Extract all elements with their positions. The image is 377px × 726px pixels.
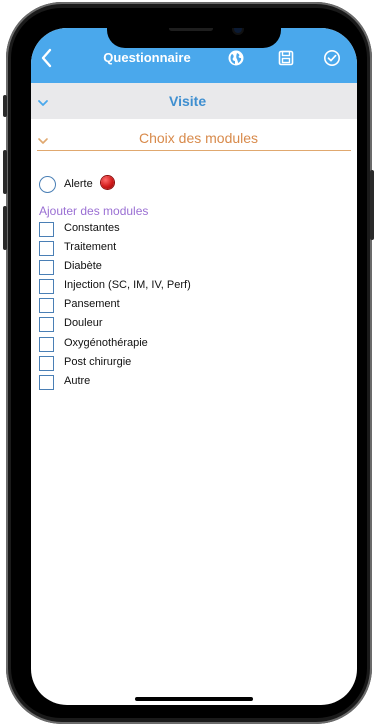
module-label: Douleur — [64, 317, 103, 330]
volume-button — [3, 206, 7, 250]
module-label: Oxygénothérapie — [64, 336, 148, 349]
speaker — [169, 28, 213, 31]
volume-button — [3, 95, 7, 117]
module-checkbox[interactable] — [39, 279, 54, 295]
visite-section-header[interactable]: Visite — [31, 83, 357, 119]
add-modules-label: Ajouter des modules — [39, 204, 149, 218]
modules-section-label: Choix des modules — [139, 130, 259, 146]
list-item[interactable]: Autre — [39, 374, 339, 393]
module-label: Post chirurgie — [64, 355, 132, 368]
module-checkbox[interactable] — [39, 298, 54, 314]
module-label: Traitement — [64, 241, 117, 254]
globe-icon[interactable] — [227, 49, 245, 67]
alerte-radio[interactable] — [39, 176, 56, 193]
page-title: Questionnaire — [103, 50, 191, 65]
modules-list: Constantes Traitement Diabète Injection … — [39, 221, 339, 393]
module-label: Injection (SC, IM, IV, Perf) — [64, 279, 191, 292]
module-checkbox[interactable] — [39, 317, 54, 333]
module-checkbox[interactable] — [39, 260, 54, 276]
list-item[interactable]: Diabète — [39, 259, 339, 278]
module-checkbox[interactable] — [39, 241, 54, 257]
chevron-left-icon[interactable] — [37, 47, 55, 69]
module-label: Constantes — [64, 222, 120, 234]
list-item[interactable]: Post chirurgie — [39, 355, 339, 374]
check-circle-icon[interactable] — [323, 49, 341, 67]
chevron-down-icon[interactable] — [37, 95, 49, 106]
list-item[interactable]: Pansement — [39, 297, 339, 316]
module-label: Autre — [64, 374, 91, 387]
module-label: Pansement — [64, 298, 120, 311]
list-item[interactable]: Constantes — [39, 221, 339, 240]
list-item[interactable]: Oxygénothérapie — [39, 336, 339, 355]
module-checkbox[interactable] — [39, 374, 54, 390]
app-screen: Questionnaire Visite Choix des modules A… — [31, 28, 357, 705]
volume-button — [3, 150, 7, 194]
notch — [107, 28, 281, 48]
module-checkbox[interactable] — [39, 355, 54, 371]
chevron-down-icon[interactable] — [37, 133, 49, 144]
module-checkbox[interactable] — [39, 222, 54, 237]
modules-section-header[interactable]: Choix des modules — [37, 128, 351, 151]
module-checkbox[interactable] — [39, 336, 54, 352]
list-item[interactable]: Traitement — [39, 240, 339, 259]
visite-label: Visite — [169, 93, 207, 109]
home-indicator[interactable] — [135, 697, 253, 701]
alerte-label: Alerte — [64, 178, 93, 190]
camera — [234, 28, 242, 33]
alert-indicator-icon — [101, 176, 114, 189]
save-icon[interactable] — [277, 49, 295, 67]
module-label: Diabète — [64, 260, 102, 273]
power-button — [370, 170, 374, 240]
list-item[interactable]: Injection (SC, IM, IV, Perf) — [39, 278, 339, 297]
list-item[interactable]: Douleur — [39, 316, 339, 335]
